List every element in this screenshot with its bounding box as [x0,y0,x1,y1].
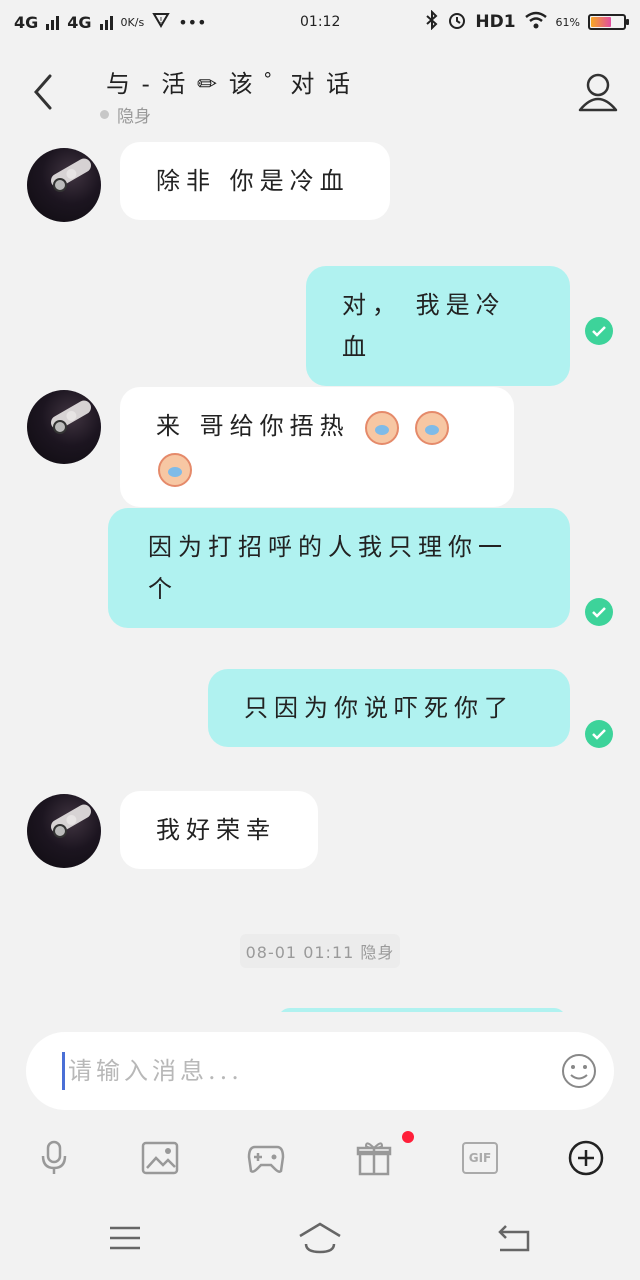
plus-circle-icon [568,1140,604,1176]
read-check-icon [585,317,613,345]
game-button[interactable] [246,1138,286,1178]
signal-icon [99,14,113,30]
status-right: HD1 61% [425,9,629,34]
message-input-box[interactable] [26,1032,614,1110]
message-bubble-outgoing[interactable]: 只因为你说吓死你了 [208,669,570,747]
clock: 01:12 [300,14,341,30]
status-dot-icon [100,110,109,119]
avatar[interactable] [27,794,101,868]
chat-header: 与 - 活 ✏ 该 ゜对 话 隐身 [0,44,640,140]
back-button[interactable] [26,70,66,114]
system-nav-bar [0,1196,640,1280]
message-bubble-outgoing[interactable]: 对， 我是冷血 [306,266,570,386]
message-list[interactable]: 除非 你是冷血 对， 我是冷血 来 哥给你捂热 因为打招呼的人我只理你一个 只因… [0,140,640,1012]
network-label-2: 4G [67,12,92,32]
menu-icon [110,1226,140,1250]
gif-icon: GIF [462,1142,498,1174]
net-speed: 0K/s [120,15,145,29]
input-toolbar: GIF [0,1132,640,1188]
message-bubble-incoming[interactable]: 我好荣幸 [120,791,318,869]
gamepad-icon [247,1145,285,1173]
avatar[interactable] [27,390,101,464]
svg-text:!: ! [160,16,163,25]
message-text: 我好荣幸 [156,816,276,844]
read-check-icon [585,598,613,626]
chevron-left-icon [34,74,52,110]
avatar[interactable] [27,148,101,222]
microphone-icon [41,1140,67,1174]
gif-button[interactable]: GIF [460,1138,500,1178]
smiley-icon [562,1054,596,1088]
battery-icon [588,14,629,30]
message-bubble-incoming[interactable]: 来 哥给你捂热 [120,387,514,507]
status-bar: 4G 4G 0K/s ! ••• 01:12 HD1 61% [0,0,640,44]
profile-button[interactable] [576,70,620,114]
contact-name: 与 - 活 ✏ 该 ゜对 话 [106,70,352,98]
crying-emoji-icon [414,410,449,445]
battery-percent: 61% [555,15,580,29]
contact-status: 隐身 [100,102,151,127]
message-text: 来 哥给你捂热 [156,412,350,440]
status-left: 4G 4G 0K/s ! ••• [14,12,207,32]
gift-button[interactable] [354,1138,394,1178]
image-icon [141,1141,179,1175]
data-warning-icon: ! [152,12,170,32]
voice-button[interactable] [34,1138,74,1178]
message-bubble-outgoing[interactable]: 因为打招呼的人我只理你一个 [108,508,570,628]
menu-nav-button[interactable] [104,1222,148,1256]
more-actions-button[interactable] [566,1138,606,1178]
return-icon [498,1225,530,1252]
message-bubble-outgoing-partial[interactable] [278,1008,566,1012]
alarm-icon [447,10,467,34]
network-label-1: 4G [14,12,39,32]
notification-dot [402,1131,414,1143]
read-check-icon [585,720,613,748]
message-bubble-incoming[interactable]: 除非 你是冷血 [120,142,390,220]
gift-icon [356,1142,392,1176]
home-icon [299,1222,341,1254]
message-text: 对， 我是冷血 [342,291,506,361]
message-text: 除非 你是冷血 [156,167,350,195]
wifi-icon [524,11,548,33]
crying-emoji-icon [365,410,400,445]
image-button[interactable] [140,1138,180,1178]
bluetooth-icon [425,9,439,34]
text-caret [62,1052,65,1090]
message-timestamp: 08-01 01:11 隐身 [240,934,400,968]
emoji-button[interactable] [560,1052,598,1090]
more-icon: ••• [178,12,207,32]
gif-label: GIF [468,1151,492,1165]
home-nav-button[interactable] [298,1222,342,1256]
message-text: 因为打招呼的人我只理你一个 [148,533,508,603]
back-nav-button[interactable] [494,1222,538,1256]
message-text: 只因为你说吓死你了 [244,694,514,722]
message-input[interactable] [68,1032,538,1110]
contact-status-label: 隐身 [117,107,151,127]
crying-emoji-icon [158,452,192,487]
signal-icon [46,14,60,30]
user-icon [578,73,618,112]
hd-label: HD1 [475,12,516,32]
